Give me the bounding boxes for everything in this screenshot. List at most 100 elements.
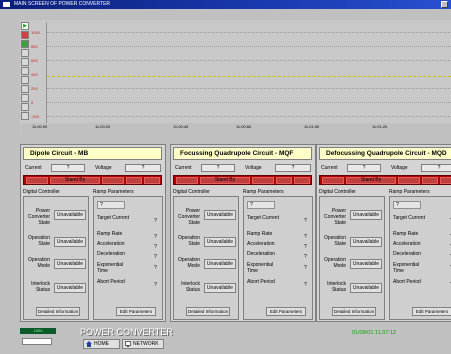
ramp-param-label: Abort Period — [247, 279, 275, 285]
y-tick-label: 0 — [31, 100, 34, 105]
state-label: Operation Mode — [178, 257, 200, 269]
print-icon[interactable] — [21, 85, 29, 93]
state-label: Operation Mode — [28, 257, 50, 269]
state-label: Operation Mode — [324, 257, 346, 269]
ramp-status-field: ? — [247, 201, 275, 209]
digital-controller-label: Digital Controller — [319, 189, 356, 195]
current-label: Current — [175, 165, 192, 171]
plot-area[interactable] — [46, 22, 451, 123]
ramp-param-label: Exponential Time — [393, 262, 420, 274]
home-icon — [86, 341, 92, 347]
scale-icon[interactable] — [21, 67, 29, 75]
x-tick-label: 11:01:20 — [372, 124, 388, 129]
state-value: Unavailable — [204, 259, 236, 269]
current-value: ? — [201, 164, 235, 172]
command-segment[interactable] — [294, 177, 310, 184]
y-tick-label: 800 — [31, 44, 38, 49]
state-value: Unavailable — [350, 259, 382, 269]
grid-line — [47, 32, 451, 33]
command-segment[interactable] — [176, 177, 198, 184]
window-close-button[interactable] — [441, 1, 448, 8]
detailed-information-button[interactable]: Detailed Information — [332, 307, 376, 316]
edit-parameters-button[interactable]: Edit Parameters — [266, 307, 306, 316]
voltage-value: ? — [125, 164, 161, 172]
window-title: MAIN SCREEN OF POWER CONVERTER — [14, 1, 111, 7]
ramp-param-label: Exponential Time — [247, 262, 274, 274]
command-segment[interactable] — [398, 177, 420, 184]
edit-parameters-button[interactable]: Edit Parameters — [412, 307, 451, 316]
command-segment[interactable] — [322, 177, 344, 184]
refresh-icon[interactable] — [21, 76, 29, 84]
command-bar: Stand By — [319, 175, 451, 185]
panel-title: Dipole Circuit - MB — [23, 147, 162, 160]
ramp-parameters-box: ? Target Current? Ramp Rate? Acceleration? D… — [243, 196, 313, 320]
cursor-icon[interactable] — [21, 58, 29, 66]
y-tick-label: 400 — [31, 72, 38, 77]
state-value: Unavailable — [204, 210, 236, 220]
pen-icon[interactable]: ▶ — [21, 22, 29, 30]
ramp-parameters-label: Ramp Parameters — [243, 189, 284, 195]
ramp-param-value: ? — [154, 218, 157, 224]
readback-row: Current ? Voltage ? — [319, 164, 451, 173]
state-value: Unavailable — [204, 283, 236, 293]
readback-row: Current ? Voltage ? — [173, 164, 315, 173]
zoom-in-icon[interactable] — [21, 31, 29, 39]
ramp-param-label: Acceleration — [247, 241, 275, 247]
command-segment[interactable] — [26, 177, 48, 184]
detailed-information-button[interactable]: Detailed Information — [186, 307, 230, 316]
ramp-parameters-label: Ramp Parameters — [93, 189, 134, 195]
counter-display: 1000 — [20, 328, 56, 334]
command-segment[interactable] — [144, 177, 160, 184]
digital-controller-box: Power Converter State Unavailable Operatio… — [319, 196, 385, 320]
state-label: Operation State — [28, 235, 50, 247]
network-button[interactable]: NETWORK — [122, 339, 164, 349]
state-label: Power Converter State — [324, 208, 346, 226]
window-system-icon[interactable] — [3, 2, 10, 7]
ramp-param-value: ? — [154, 282, 157, 288]
datetime-display: 01/08/01 11:37:12 — [352, 330, 396, 336]
home-button[interactable]: HOME — [83, 339, 120, 349]
command-segment[interactable] — [276, 177, 292, 184]
ramp-parameters-box: ? Target Current? Ramp Rate? Acceleration? D… — [93, 196, 163, 320]
state-label: Interlock Status — [31, 281, 50, 293]
trace-line — [47, 76, 451, 77]
x-tick-label: 11:00:20 — [95, 124, 111, 129]
command-segment[interactable] — [252, 177, 274, 184]
standby-button[interactable]: Stand By — [346, 177, 396, 184]
y-tick-label: 200 — [31, 86, 38, 91]
ramp-param-value: ? — [304, 234, 307, 240]
legend-icon[interactable] — [21, 112, 29, 120]
x-tick-label: 11:01:00 — [304, 124, 320, 129]
grid-line — [47, 60, 451, 61]
y-tick-label: 600 — [31, 58, 38, 63]
digital-controller-box: Power Converter State Unavailable Operatio… — [173, 196, 239, 320]
command-bar: Stand By — [173, 175, 312, 185]
state-value: Unavailable — [204, 237, 236, 247]
ramp-param-label: Deceleration — [247, 251, 276, 257]
ramp-param-value: ? — [154, 244, 157, 250]
pan-icon[interactable] — [21, 49, 29, 57]
zoom-out-icon[interactable] — [21, 40, 29, 48]
ramp-param-label: Abort Period — [97, 279, 125, 285]
grid-icon[interactable] — [21, 103, 29, 111]
voltage-label: Voltage — [95, 165, 112, 171]
state-value: Unavailable — [350, 283, 382, 293]
panel-title: Focussing Quadrupole Circuit - MQF — [173, 147, 312, 160]
voltage-value: ? — [275, 164, 311, 172]
circuit-panel: Defocussing Quadrupole Circuit - MQD Cur… — [316, 144, 451, 322]
command-segment[interactable] — [440, 177, 451, 184]
standby-button[interactable]: Stand By — [200, 177, 250, 184]
settings-icon[interactable] — [21, 94, 29, 102]
edit-parameters-button[interactable]: Edit Parameters — [116, 307, 156, 316]
command-segment[interactable] — [422, 177, 438, 184]
detailed-information-button[interactable]: Detailed Information — [36, 307, 80, 316]
command-segment[interactable] — [102, 177, 124, 184]
command-segment[interactable] — [126, 177, 142, 184]
state-value: Unavailable — [350, 210, 382, 220]
window-titlebar: MAIN SCREEN OF POWER CONVERTER — [0, 0, 451, 9]
status-input[interactable] — [22, 338, 52, 345]
state-value: Unavailable — [54, 210, 86, 220]
standby-button[interactable]: Stand By — [50, 177, 100, 184]
readback-row: Current ? Voltage ? — [23, 164, 165, 173]
ramp-param-label: Acceleration — [97, 241, 125, 247]
